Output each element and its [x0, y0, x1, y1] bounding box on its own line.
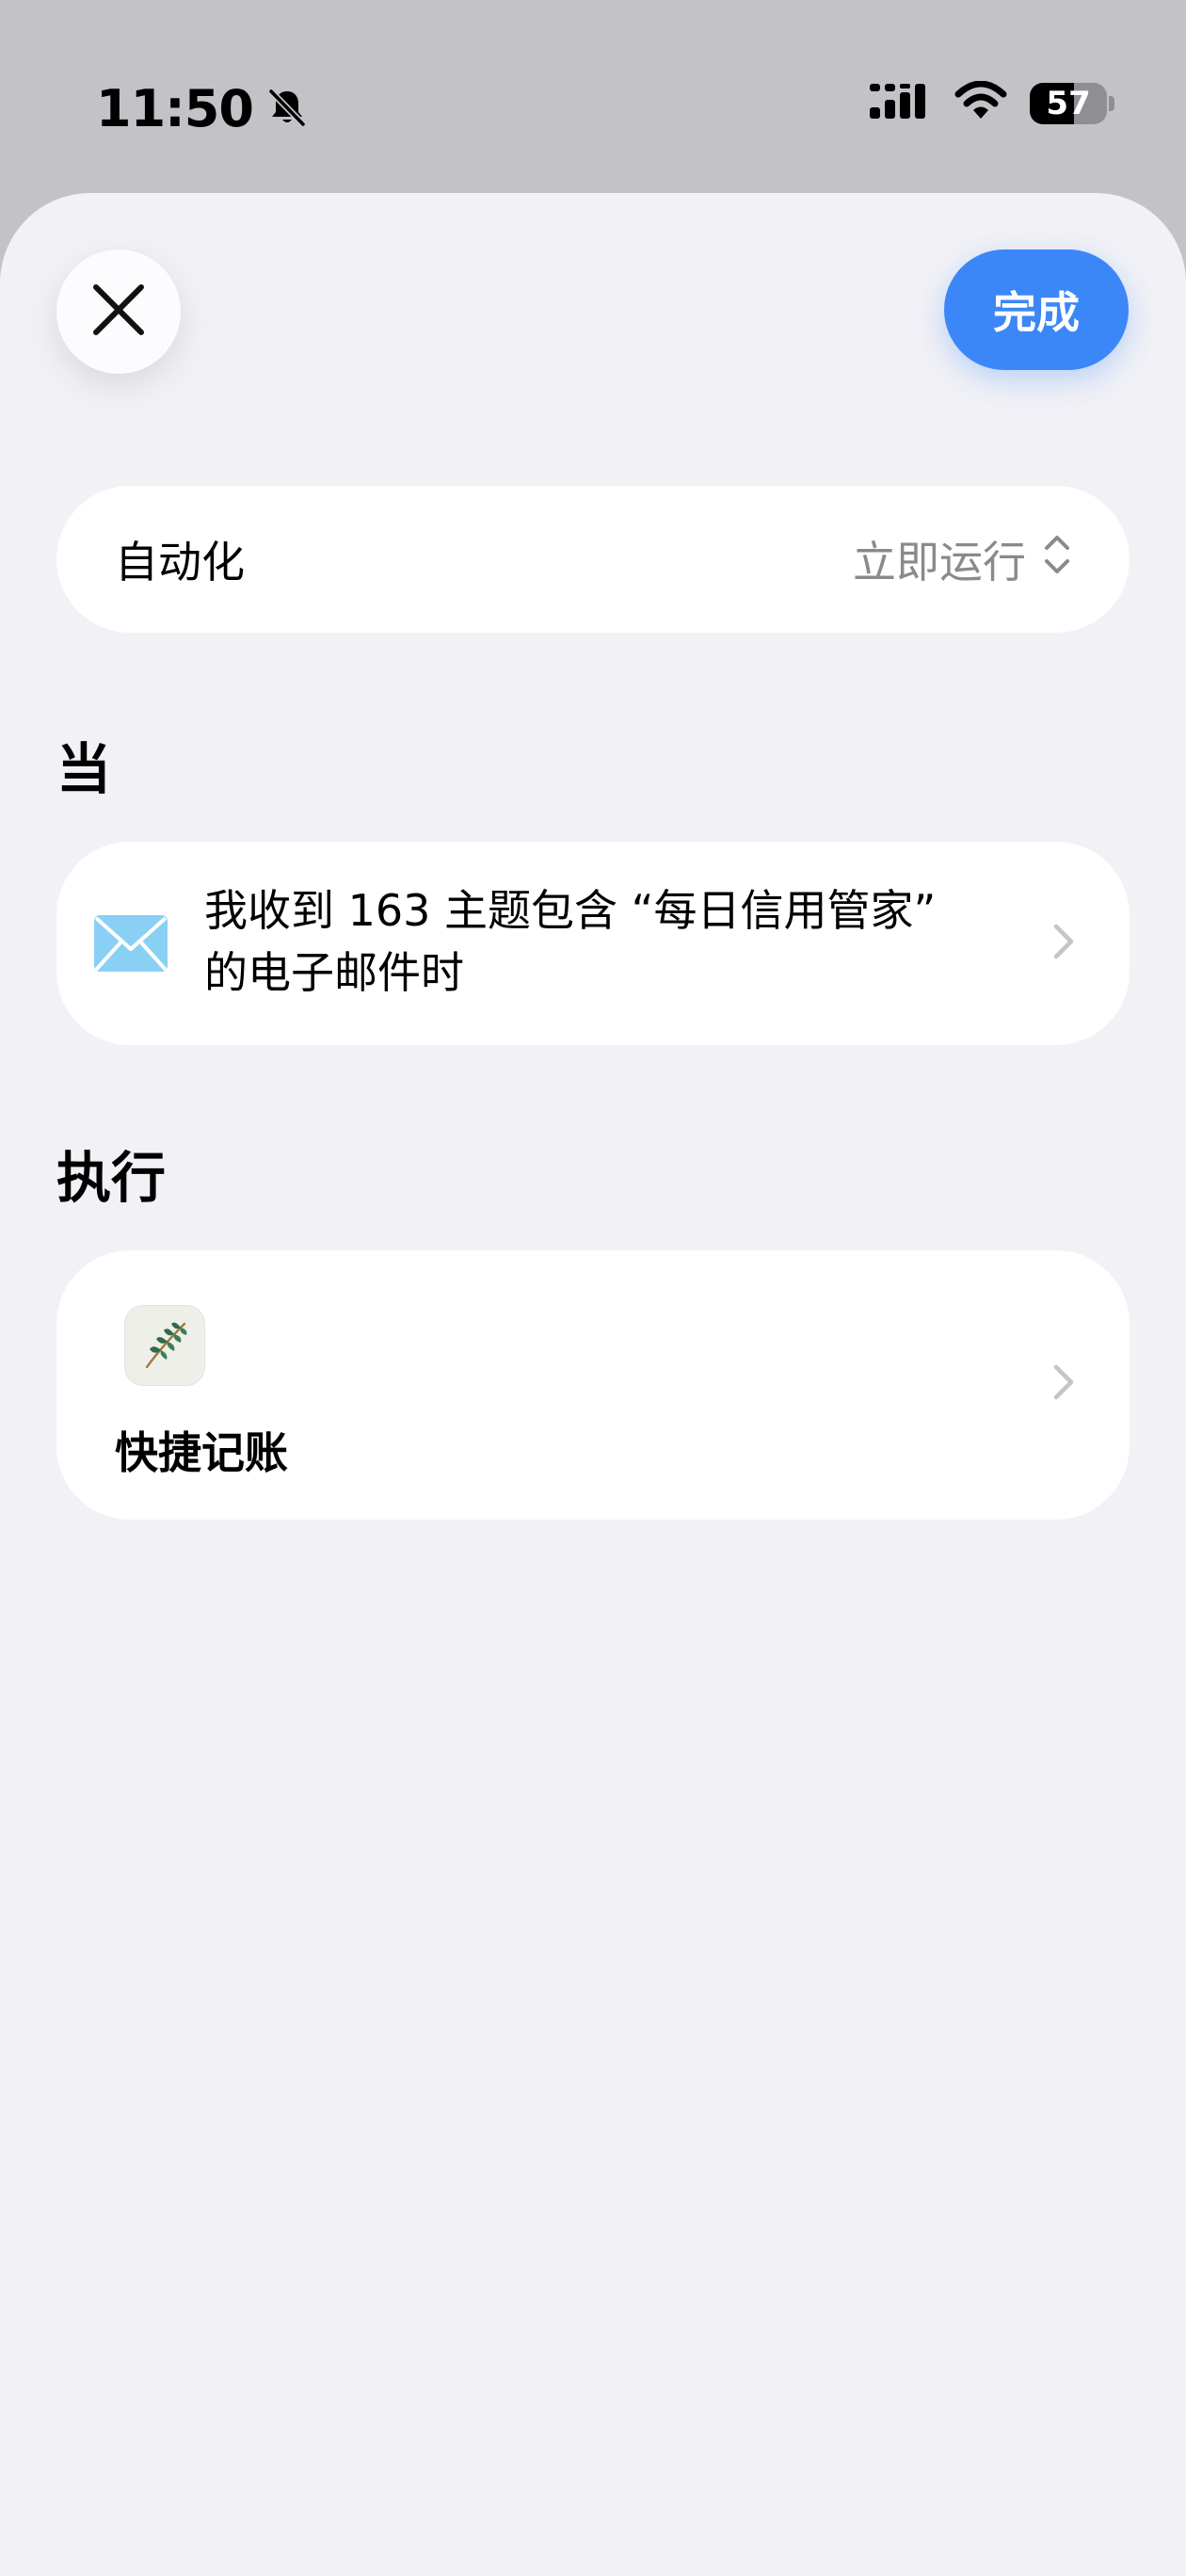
chevron-right-icon	[1052, 921, 1075, 966]
trigger-row[interactable]: 我收到 163 主题包含 “每日信用管家” 的电子邮件时	[56, 842, 1130, 1045]
status-bar: 11:50 57	[0, 0, 1186, 193]
battery-body: 57	[1030, 83, 1108, 124]
bell-slash-icon	[266, 87, 308, 132]
run-mode-selector[interactable]: 立即运行	[853, 528, 1071, 590]
wifi-icon	[953, 80, 1009, 126]
leaf-app-icon	[124, 1305, 205, 1386]
status-icons: 57	[868, 80, 1114, 126]
time-group: 11:50	[96, 73, 308, 145]
mail-icon	[92, 913, 169, 977]
automation-run-setting[interactable]: 自动化 立即运行	[56, 486, 1130, 633]
run-mode-value: 立即运行	[853, 537, 1026, 588]
chevron-right-icon	[1052, 1361, 1075, 1407]
automation-sheet: 完成 自动化 立即运行 当 我收到 163 主题包含 “每日信用管家” 的电子邮…	[0, 193, 1186, 2576]
chevron-up-down-icon	[1043, 533, 1071, 587]
action-name: 快捷记账	[115, 1427, 288, 1478]
do-section-title: 执行	[56, 1146, 167, 1210]
close-icon	[90, 282, 147, 342]
done-button[interactable]: 完成	[944, 250, 1129, 370]
battery-icon: 57	[1030, 82, 1114, 125]
battery-level: 57	[1046, 85, 1091, 122]
cellular-signal-icon	[868, 81, 932, 126]
clock-time: 11:50	[96, 79, 254, 138]
action-row[interactable]: 快捷记账	[56, 1250, 1130, 1520]
trigger-description: 我收到 163 主题包含 “每日信用管家” 的电子邮件时	[204, 885, 937, 998]
battery-cap	[1109, 96, 1114, 111]
automation-label: 自动化	[115, 537, 245, 588]
close-button[interactable]	[56, 250, 181, 374]
when-section-title: 当	[56, 737, 112, 801]
